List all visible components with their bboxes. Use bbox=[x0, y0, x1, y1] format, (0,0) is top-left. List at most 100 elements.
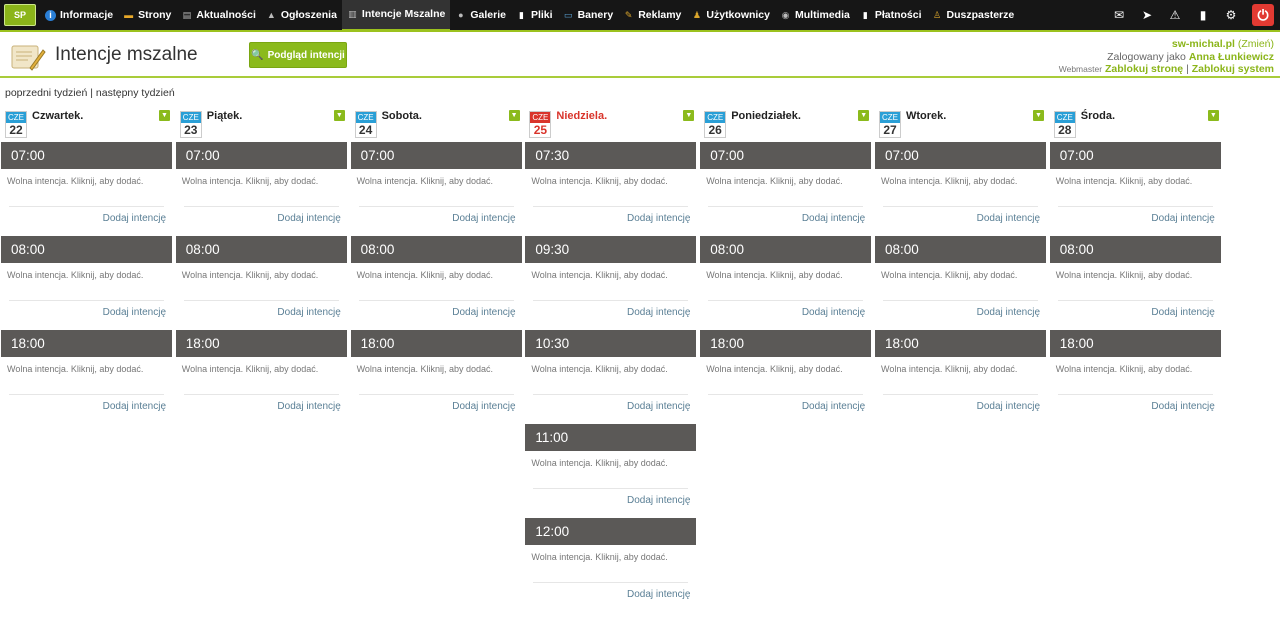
nav-item-label: Banery bbox=[577, 9, 614, 21]
free-intention-link[interactable]: Wolna intencja. Kliknij, aby dodać. bbox=[1056, 176, 1192, 186]
dropdown-toggle-icon[interactable]: ▼ bbox=[1207, 110, 1219, 121]
mass-slot: 18:00 Wolna intencja. Kliknij, aby dodać.… bbox=[875, 330, 1046, 424]
free-intention-link[interactable]: Wolna intencja. Kliknij, aby dodać. bbox=[706, 176, 842, 186]
mail-icon[interactable]: ✉ bbox=[1112, 8, 1126, 22]
preview-intentions-button[interactable]: 🔍 Podgląd intencji bbox=[249, 42, 347, 68]
nav-item-media[interactable]: ◉ Multimedia bbox=[775, 0, 855, 31]
free-intention-link[interactable]: Wolna intencja. Kliknij, aby dodać. bbox=[1056, 270, 1192, 280]
add-intention-link[interactable]: Dodaj intencję bbox=[277, 307, 340, 318]
free-intention-link[interactable]: Wolna intencja. Kliknij, aby dodać. bbox=[881, 176, 1017, 186]
free-intention-link[interactable]: Wolna intencja. Kliknij, aby dodać. bbox=[531, 458, 667, 468]
add-intention-link[interactable]: Dodaj intencję bbox=[627, 589, 690, 600]
add-intention-link[interactable]: Dodaj intencję bbox=[452, 307, 515, 318]
free-intention-link[interactable]: Wolna intencja. Kliknij, aby dodać. bbox=[182, 364, 318, 374]
free-intention-link[interactable]: Wolna intencja. Kliknij, aby dodać. bbox=[1056, 364, 1192, 374]
free-intention-link[interactable]: Wolna intencja. Kliknij, aby dodać. bbox=[531, 176, 667, 186]
send-icon[interactable]: ➤ bbox=[1140, 8, 1154, 22]
nav-item-news[interactable]: ▤ Aktualności bbox=[176, 0, 261, 31]
dropdown-toggle-icon[interactable]: ▼ bbox=[683, 110, 695, 121]
divider bbox=[533, 300, 689, 301]
add-intention-link[interactable]: Dodaj intencję bbox=[977, 307, 1040, 318]
free-intention-link[interactable]: Wolna intencja. Kliknij, aby dodać. bbox=[706, 364, 842, 374]
free-intention-link[interactable]: Wolna intencja. Kliknij, aby dodać. bbox=[182, 176, 318, 186]
free-intention-link[interactable]: Wolna intencja. Kliknij, aby dodać. bbox=[881, 364, 1017, 374]
add-intention-link[interactable]: Dodaj intencję bbox=[452, 213, 515, 224]
divider bbox=[9, 300, 164, 301]
block-page-link[interactable]: Zablokuj stronę bbox=[1105, 63, 1183, 75]
add-intention-link[interactable]: Dodaj intencję bbox=[103, 401, 166, 412]
free-intention-link[interactable]: Wolna intencja. Kliknij, aby dodać. bbox=[531, 270, 667, 280]
free-intention-link[interactable]: Wolna intencja. Kliknij, aby dodać. bbox=[706, 270, 842, 280]
nav-item-file[interactable]: ▮ Pliki bbox=[511, 0, 558, 31]
free-intention-link[interactable]: Wolna intencja. Kliknij, aby dodać. bbox=[357, 176, 493, 186]
nav-item-payment[interactable]: ▮ Płatności bbox=[855, 0, 927, 31]
nav-item-folder[interactable]: ▬ Strony bbox=[118, 0, 176, 31]
free-intention-link[interactable]: Wolna intencja. Kliknij, aby dodać. bbox=[357, 270, 493, 280]
nav-item-label: Intencje Mszalne bbox=[361, 8, 446, 20]
mass-slot: 07:00 Wolna intencja. Kliknij, aby dodać.… bbox=[875, 142, 1046, 236]
add-intention-link[interactable]: Dodaj intencję bbox=[977, 213, 1040, 224]
block-system-link[interactable]: Zablokuj system bbox=[1192, 63, 1274, 75]
mass-slot: 18:00 Wolna intencja. Kliknij, aby dodać.… bbox=[1, 330, 172, 424]
gear-icon[interactable]: ⚙ bbox=[1224, 8, 1238, 22]
site-link[interactable]: sw-michal.pl bbox=[1172, 38, 1235, 50]
dropdown-toggle-icon[interactable]: ▼ bbox=[159, 110, 170, 121]
warning-icon[interactable]: ⚠ bbox=[1168, 8, 1182, 22]
add-intention-link[interactable]: Dodaj intencję bbox=[627, 401, 690, 412]
change-site-link[interactable]: (Zmień) bbox=[1238, 38, 1274, 50]
dropdown-toggle-icon[interactable]: ▼ bbox=[858, 110, 870, 121]
nav-item-camera[interactable]: ● Galerie bbox=[450, 0, 511, 31]
main-menu: i Informacje ▬ Strony ▤ Aktualności ▲ Ogłoszeni… bbox=[40, 0, 1019, 31]
add-intention-link[interactable]: Dodaj intencję bbox=[277, 401, 340, 412]
calendar-month: CZE bbox=[1054, 112, 1075, 123]
note-icon[interactable]: ▮ bbox=[1196, 8, 1210, 22]
nav-item-book[interactable]: ▥ Intencje Mszalne bbox=[341, 0, 451, 31]
nav-item-user[interactable]: ♟ Użytkownicy bbox=[686, 0, 775, 31]
dropdown-toggle-icon[interactable]: ▼ bbox=[333, 110, 345, 121]
free-intention-link[interactable]: Wolna intencja. Kliknij, aby dodać. bbox=[531, 364, 667, 374]
add-intention-link[interactable]: Dodaj intencję bbox=[1151, 213, 1214, 224]
free-intention-link[interactable]: Wolna intencja. Kliknij, aby dodać. bbox=[182, 270, 318, 280]
nav-item-info[interactable]: i Informacje bbox=[40, 0, 118, 31]
calendar-icon: CZE 23 bbox=[179, 111, 202, 138]
add-intention-link[interactable]: Dodaj intencję bbox=[1151, 307, 1214, 318]
add-intention-link[interactable]: Dodaj intencję bbox=[103, 213, 166, 224]
add-intention-link[interactable]: Dodaj intencję bbox=[802, 307, 865, 318]
add-intention-link[interactable]: Dodaj intencję bbox=[977, 401, 1040, 412]
pin-icon: ▲ bbox=[266, 9, 276, 20]
calendar-icon: CZE 28 bbox=[1053, 111, 1076, 138]
mass-slot: 07:00 Wolna intencja. Kliknij, aby dodać.… bbox=[1, 142, 172, 236]
day-name: Niedziela. bbox=[556, 110, 608, 122]
add-intention-link[interactable]: Dodaj intencję bbox=[802, 213, 865, 224]
add-intention-link[interactable]: Dodaj intencję bbox=[277, 213, 340, 224]
nav-item-pin[interactable]: ▲ Ogłoszenia bbox=[261, 0, 342, 31]
nav-item-banner[interactable]: ▭ Banery bbox=[558, 0, 619, 31]
next-week-link[interactable]: następny tydzień bbox=[96, 87, 175, 99]
free-intention-link[interactable]: Wolna intencja. Kliknij, aby dodać. bbox=[357, 364, 493, 374]
user-name-link[interactable]: Anna Łunkiewicz bbox=[1189, 51, 1274, 63]
add-intention-link[interactable]: Dodaj intencję bbox=[802, 401, 865, 412]
add-intention-link[interactable]: Dodaj intencję bbox=[627, 213, 690, 224]
mass-slot: 08:00 Wolna intencja. Kliknij, aby dodać.… bbox=[700, 236, 872, 330]
nav-item-priest[interactable]: ♙ Duszpasterze bbox=[927, 0, 1020, 31]
add-intention-link[interactable]: Dodaj intencję bbox=[627, 495, 690, 506]
free-intention-link[interactable]: Wolna intencja. Kliknij, aby dodać. bbox=[7, 176, 143, 186]
free-intention-link[interactable]: Wolna intencja. Kliknij, aby dodać. bbox=[7, 364, 143, 374]
dropdown-toggle-icon[interactable]: ▼ bbox=[508, 110, 520, 121]
day-column: CZE 24 Sobota. ▼ 07:00 Wolna intencja. Klikni… bbox=[350, 108, 522, 424]
free-intention-link[interactable]: Wolna intencja. Kliknij, aby dodać. bbox=[881, 270, 1017, 280]
power-icon[interactable]: ⏻ bbox=[1252, 4, 1274, 26]
add-intention-link[interactable]: Dodaj intencję bbox=[627, 307, 690, 318]
free-intention-link[interactable]: Wolna intencja. Kliknij, aby dodać. bbox=[531, 552, 667, 562]
add-intention-link[interactable]: Dodaj intencję bbox=[103, 307, 166, 318]
add-intention-link[interactable]: Dodaj intencję bbox=[452, 401, 515, 412]
separator: | bbox=[1186, 63, 1189, 75]
mass-time: 08:00 bbox=[1049, 236, 1221, 263]
add-intention-link[interactable]: Dodaj intencję bbox=[1151, 401, 1214, 412]
previous-week-link[interactable]: poprzedni tydzień bbox=[5, 87, 87, 99]
logo[interactable]: SP bbox=[4, 4, 36, 26]
nav-item-ads[interactable]: ✎ Reklamy bbox=[618, 0, 686, 31]
free-intention-link[interactable]: Wolna intencja. Kliknij, aby dodać. bbox=[7, 270, 143, 280]
dropdown-toggle-icon[interactable]: ▼ bbox=[1033, 110, 1044, 121]
divider bbox=[1057, 206, 1213, 207]
